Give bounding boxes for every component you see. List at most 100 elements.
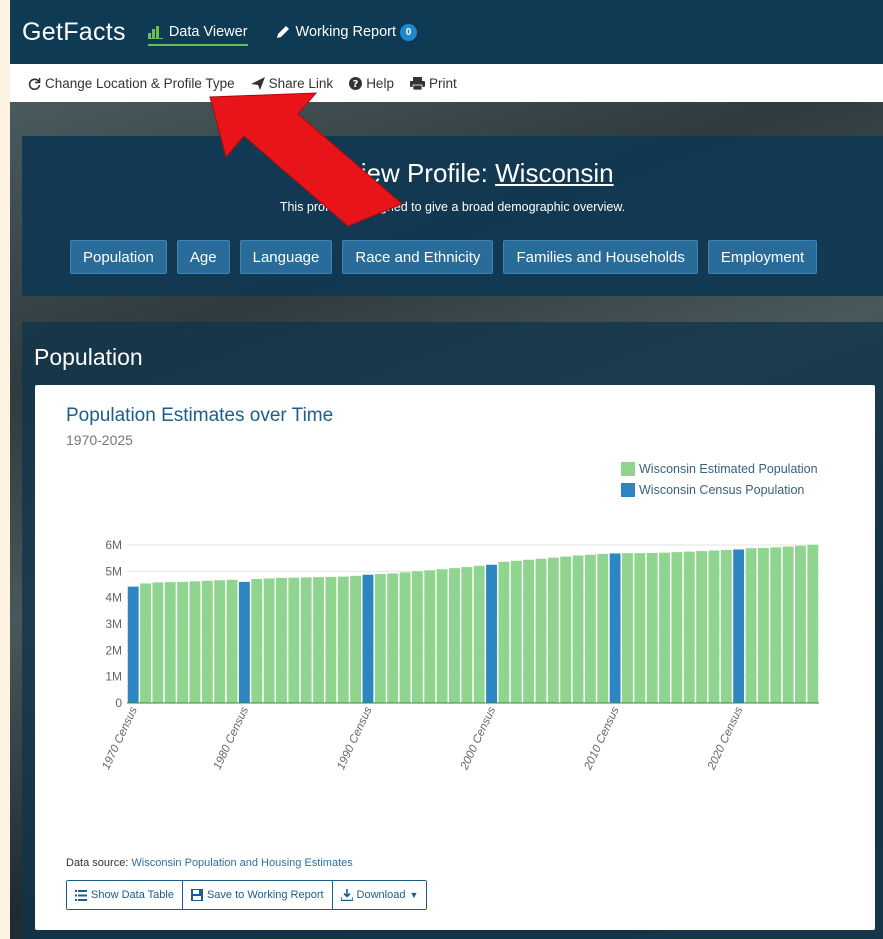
estimate-bar[interactable]: [597, 553, 609, 703]
estimate-bar[interactable]: [337, 576, 349, 703]
estimate-bar[interactable]: [708, 550, 720, 703]
population-chart: 0 1M 2M 3M 4M 5M 6M 1970 Census 1980 Census 1990 …: [100, 538, 819, 773]
estimate-bar[interactable]: [201, 580, 213, 703]
legend-swatch-census: [621, 482, 635, 497]
census-bar[interactable]: [486, 564, 497, 703]
download-icon: [340, 889, 353, 901]
svg-text:?: ?: [353, 79, 359, 90]
legend-label-estimated: Wisconsin Estimated Population: [639, 461, 818, 476]
nav-working-report[interactable]: Working Report 0: [275, 0, 418, 64]
estimate-bar[interactable]: [696, 551, 708, 703]
estimate-bar[interactable]: [325, 576, 337, 703]
download-label: Download: [356, 889, 406, 901]
estimate-bar[interactable]: [473, 565, 485, 703]
data-source-label: Data source:: [66, 857, 132, 869]
estimate-bar[interactable]: [720, 550, 732, 703]
estimate-bar[interactable]: [646, 552, 658, 703]
estimate-bar[interactable]: [313, 577, 324, 703]
estimate-bar[interactable]: [374, 573, 386, 703]
estimate-bar[interactable]: [659, 552, 670, 703]
estimate-bar[interactable]: [547, 557, 559, 703]
legend-item-census[interactable]: Wisconsin Census Population: [621, 479, 818, 500]
census-bar[interactable]: [733, 549, 745, 703]
show-data-table-label: Show Data Table: [91, 889, 174, 901]
nav-data-viewer-label: Data Viewer: [168, 24, 248, 40]
estimate-bar[interactable]: [584, 554, 596, 703]
save-to-report-button[interactable]: Save to Working Report: [182, 881, 333, 909]
census-bar[interactable]: [127, 586, 139, 703]
estimate-bar[interactable]: [387, 573, 399, 703]
estimate-bar[interactable]: [288, 577, 300, 703]
estimate-bar[interactable]: [782, 546, 794, 703]
estimate-bar[interactable]: [436, 569, 448, 703]
estimate-bar[interactable]: [263, 578, 275, 703]
data-source-link[interactable]: Wisconsin Population and Housing Estimat…: [131, 857, 352, 869]
brand-logo[interactable]: GetFacts: [22, 18, 126, 47]
x-tick-label: 2010 Census: [582, 705, 622, 773]
legend-label-census: Wisconsin Census Population: [639, 482, 805, 497]
tab-language[interactable]: Language: [239, 240, 333, 274]
send-icon: [250, 76, 265, 90]
estimate-bar[interactable]: [276, 577, 287, 703]
census-bar[interactable]: [609, 553, 621, 703]
estimate-bar[interactable]: [424, 570, 436, 703]
tab-population[interactable]: Population: [70, 240, 167, 274]
estimate-bar[interactable]: [745, 548, 757, 703]
estimate-bar[interactable]: [140, 583, 151, 703]
census-bar[interactable]: [362, 574, 374, 703]
location-link[interactable]: Wisconsin: [495, 158, 613, 188]
estimate-bar[interactable]: [622, 553, 633, 703]
page-left-strip: [0, 0, 10, 939]
estimate-bar[interactable]: [164, 582, 176, 703]
estimate-bar[interactable]: [177, 581, 189, 703]
overview-subtitle: This profile is designed to give a broad…: [279, 200, 626, 214]
estimate-bar[interactable]: [510, 560, 522, 703]
change-location-link[interactable]: Change Location & Profile Type: [28, 76, 235, 91]
estimate-bar[interactable]: [152, 582, 164, 703]
estimate-bar[interactable]: [251, 578, 263, 703]
estimate-bar[interactable]: [523, 559, 535, 703]
estimate-bar[interactable]: [226, 579, 238, 703]
estimate-bar[interactable]: [449, 568, 460, 703]
estimate-bar[interactable]: [535, 558, 547, 703]
section-tabs: Population Age Language Race and Ethnici…: [70, 240, 818, 274]
estimate-bar[interactable]: [350, 575, 362, 703]
y-tick-label: 1M: [105, 670, 122, 684]
print-link[interactable]: Print: [409, 76, 457, 91]
estimate-bar[interactable]: [671, 552, 683, 703]
estimate-bar[interactable]: [461, 567, 473, 703]
show-data-table-button[interactable]: Show Data Table: [67, 881, 183, 909]
estimate-bar[interactable]: [411, 571, 423, 703]
estimate-bar[interactable]: [634, 553, 646, 703]
estimate-bar[interactable]: [757, 547, 769, 703]
legend-item-estimated[interactable]: Wisconsin Estimated Population: [621, 458, 818, 479]
report-count-badge: 0: [400, 23, 418, 41]
estimate-bar[interactable]: [770, 547, 782, 703]
estimate-bar[interactable]: [572, 555, 584, 703]
estimate-bar[interactable]: [300, 577, 312, 703]
help-link[interactable]: ? Help: [349, 76, 394, 91]
bar-chart-icon: [147, 25, 163, 39]
estimate-bar[interactable]: [795, 545, 806, 703]
estimate-bar[interactable]: [214, 580, 226, 703]
estimate-bar[interactable]: [399, 572, 411, 703]
chart-legend: Wisconsin Estimated Population Wisconsin…: [621, 458, 818, 500]
estimate-bar[interactable]: [807, 544, 819, 703]
estimate-bar[interactable]: [498, 561, 510, 703]
tab-age[interactable]: Age: [176, 240, 230, 274]
census-bar[interactable]: [238, 581, 250, 703]
download-dropdown-button[interactable]: Download ▼: [332, 881, 427, 909]
nav-data-viewer[interactable]: Data Viewer: [147, 0, 248, 64]
tab-families-households[interactable]: Families and Households: [503, 240, 698, 274]
y-tick-label: 2M: [105, 643, 122, 657]
tab-employment[interactable]: Employment: [707, 240, 818, 274]
share-link[interactable]: Share Link: [250, 76, 333, 91]
tab-race-ethnicity[interactable]: Race and Ethnicity: [342, 240, 494, 274]
top-navbar: GetFacts Data Viewer Working Report 0: [10, 0, 883, 64]
estimate-bar[interactable]: [189, 581, 201, 703]
legend-swatch-estimated: [621, 461, 635, 476]
x-tick-label: 2000 Census: [458, 705, 498, 773]
estimate-bar[interactable]: [683, 551, 695, 703]
x-tick-label: 1980 Census: [212, 705, 252, 772]
estimate-bar[interactable]: [560, 556, 572, 703]
